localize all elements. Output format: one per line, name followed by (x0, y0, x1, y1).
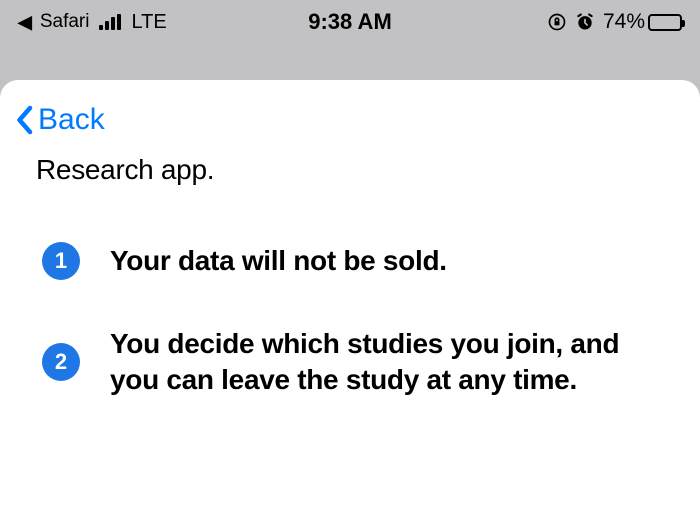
point-number-badge: 1 (42, 242, 80, 280)
clock-time: 9:38 AM (308, 9, 392, 35)
back-button[interactable]: Back (0, 98, 105, 142)
back-to-safari-label[interactable]: Safari (40, 11, 90, 33)
point-number-badge: 2 (42, 343, 80, 381)
content-area: Research app. 1 Your data will not be so… (0, 142, 700, 399)
alarm-icon (575, 12, 595, 32)
privacy-point-row: 1 Your data will not be sold. (36, 242, 664, 280)
intro-text-fragment: Research app. (36, 154, 664, 186)
battery-percentage: 74% (603, 10, 645, 34)
privacy-point-row: 2 You decide which studies you join, and… (36, 326, 664, 399)
orientation-lock-icon (547, 12, 567, 32)
battery-icon (648, 14, 682, 31)
carrier-label: LTE (131, 11, 166, 34)
point-text: Your data will not be sold. (110, 243, 447, 279)
point-text: You decide which studies you join, and y… (110, 326, 664, 399)
back-button-label: Back (38, 103, 105, 137)
modal-sheet: Back Research app. 1 Your data will not … (0, 80, 700, 525)
signal-strength-icon (99, 14, 121, 30)
status-left-group: ◀ Safari LTE (18, 11, 167, 34)
status-right-group: 74% (547, 10, 682, 34)
chevron-left-icon (14, 105, 34, 135)
back-to-safari-caret-icon[interactable]: ◀ (18, 12, 32, 33)
battery-indicator: 74% (603, 10, 682, 34)
status-bar: ◀ Safari LTE 9:38 AM 74% (0, 0, 700, 44)
